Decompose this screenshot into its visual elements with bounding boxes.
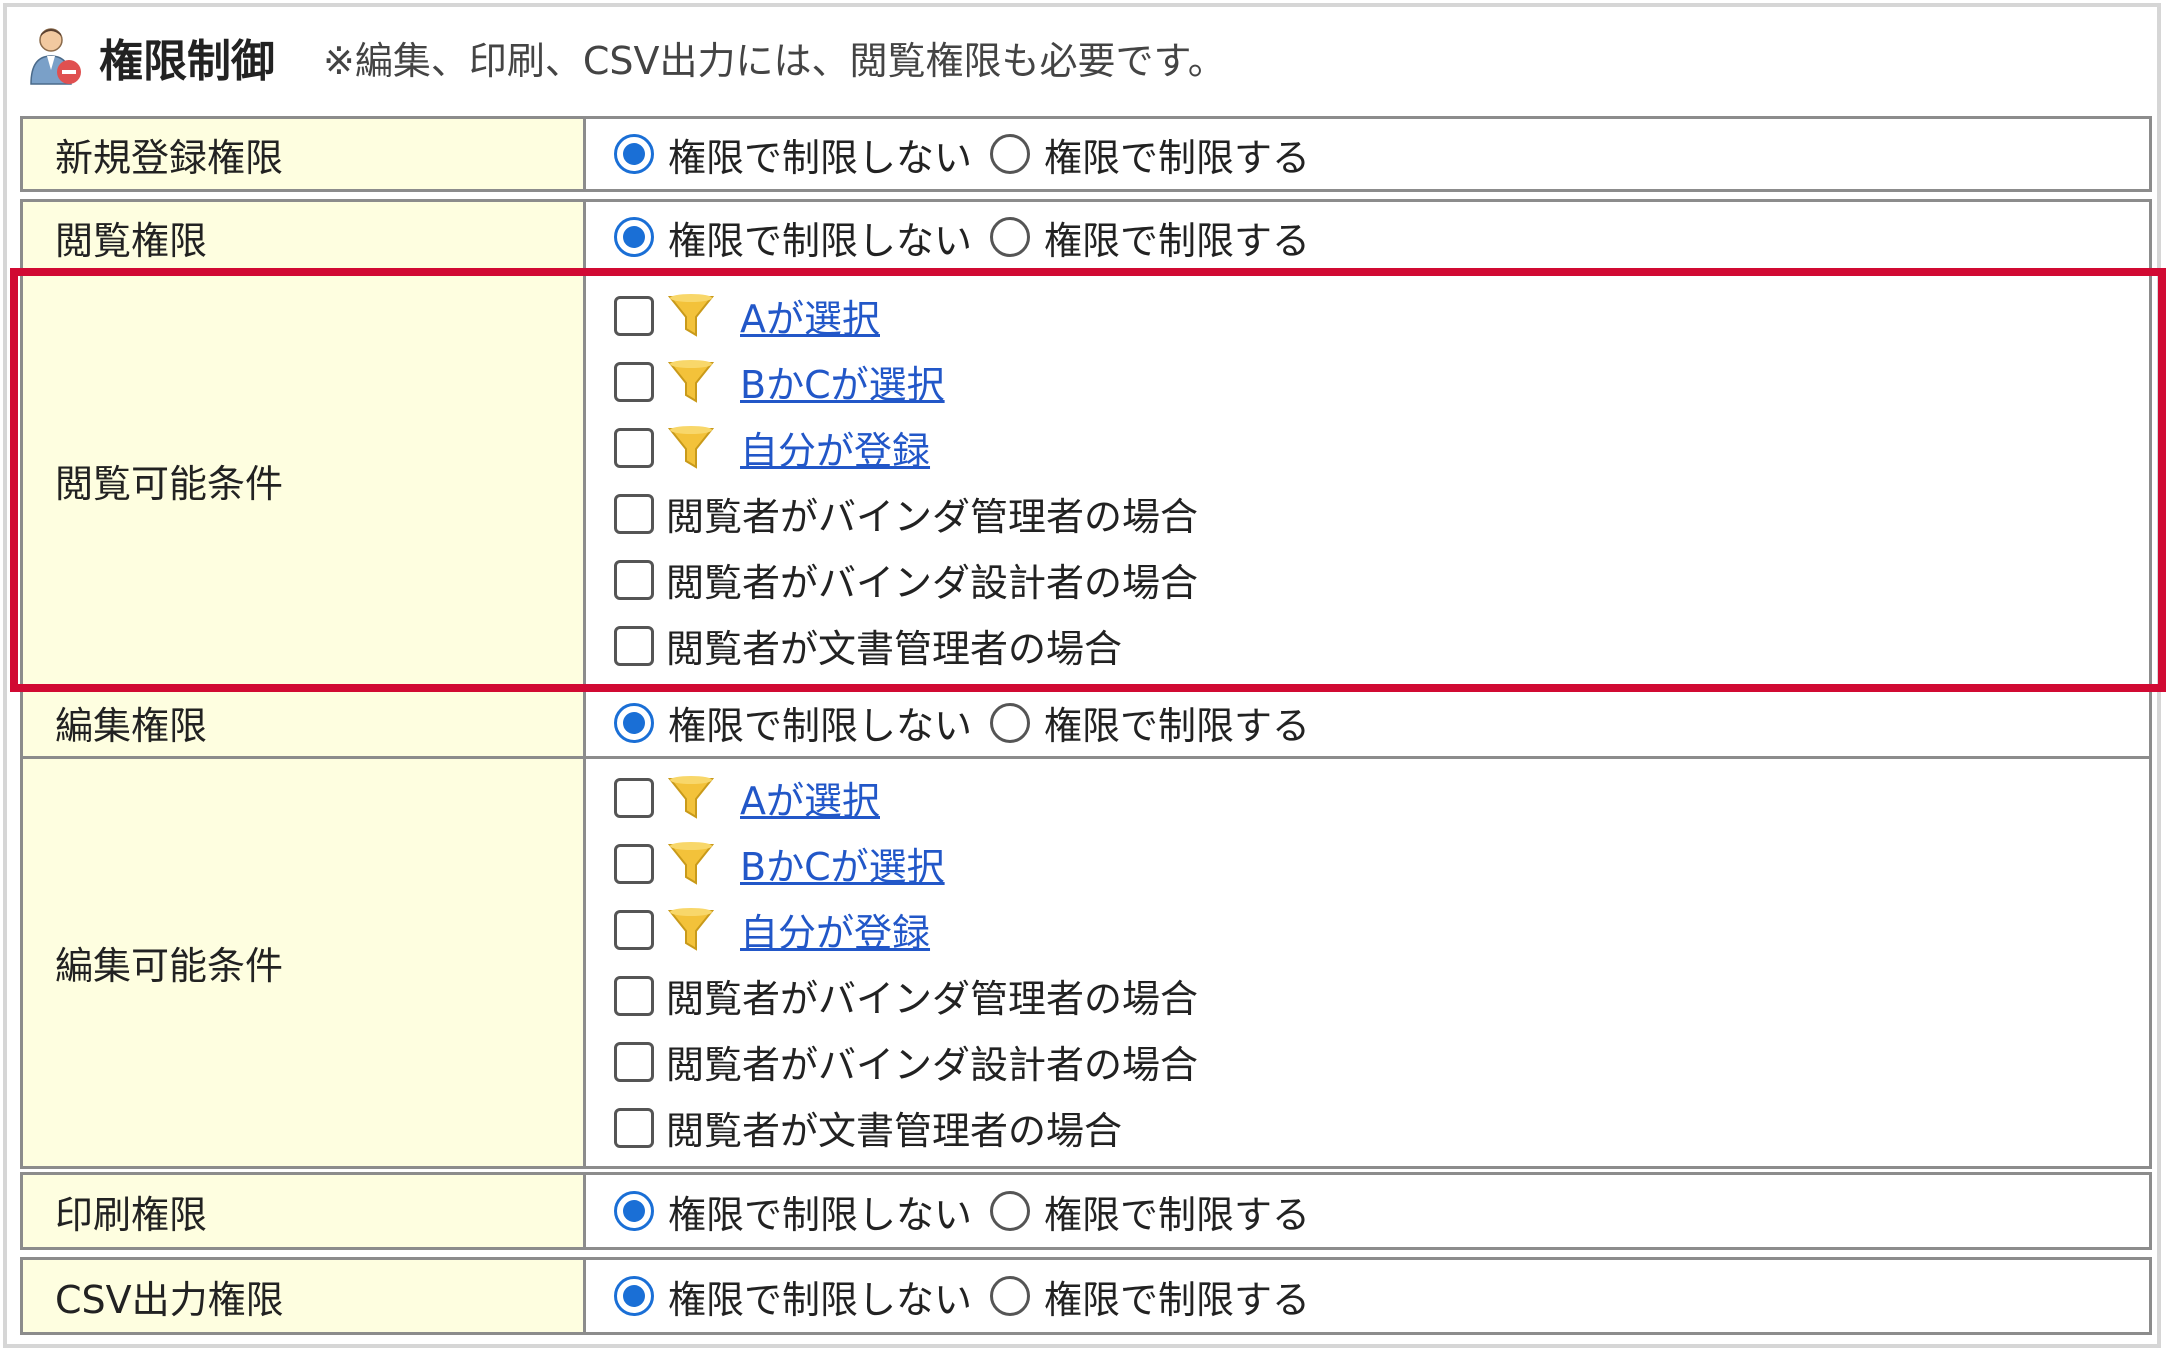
new-registration-no-restrict-radio[interactable] xyxy=(614,134,654,174)
view-conditions-value: Aが選択 BかCが選択 自分が登録 閲覧者がバインダ管理者の場合 閲覧者がバイン… xyxy=(586,275,2149,686)
edit-condition-item: BかCが選択 xyxy=(614,831,2149,897)
edit-conditions-label: 編集可能条件 xyxy=(23,759,586,1166)
view-condition-link[interactable]: BかCが選択 xyxy=(730,354,945,409)
edit-permission-value: 権限で制限しない 権限で制限する xyxy=(586,689,2149,756)
no-restrict-label[interactable]: 権限で制限しない xyxy=(668,1184,972,1239)
csv-table: CSV出力権限 権限で制限しない 権限で制限する xyxy=(20,1257,2152,1335)
view-condition-text[interactable]: 閲覧者が文書管理者の場合 xyxy=(666,618,1122,673)
restrict-label[interactable]: 権限で制限する xyxy=(1044,210,1310,265)
view-no-restrict-radio[interactable] xyxy=(614,217,654,257)
print-permission-value: 権限で制限しない 権限で制限する xyxy=(586,1175,2149,1247)
edit-condition-item: 閲覧者がバインダ設計者の場合 xyxy=(614,1029,2149,1095)
view-condition-link[interactable]: Aが選択 xyxy=(730,288,880,343)
csv-permission-label: CSV出力権限 xyxy=(23,1260,586,1332)
view-permission-label: 閲覧権限 xyxy=(23,202,586,272)
edit-condition-text[interactable]: 閲覧者が文書管理者の場合 xyxy=(666,1100,1122,1155)
view-condition-item: Aが選択 xyxy=(614,283,2149,349)
csv-no-restrict-radio[interactable] xyxy=(614,1276,654,1316)
edit-condition-item: 自分が登録 xyxy=(614,897,2149,963)
view-conditions-label: 閲覧可能条件 xyxy=(23,275,586,686)
restrict-label[interactable]: 権限で制限する xyxy=(1044,695,1310,750)
new-registration-row: 新規登録権限 権限で制限しない 権限で制限する xyxy=(23,119,2149,189)
edit-condition-link[interactable]: 自分が登録 xyxy=(730,902,930,957)
new-registration-label: 新規登録権限 xyxy=(23,119,586,189)
edit-condition-item: 閲覧者が文書管理者の場合 xyxy=(614,1095,2149,1161)
edit-no-restrict-radio[interactable] xyxy=(614,702,654,743)
user-permission-icon xyxy=(30,28,81,85)
view-condition-item: 閲覧者が文書管理者の場合 xyxy=(614,613,2149,679)
header-note: ※編集、印刷、CSV出力には、閲覧権限も必要です。 xyxy=(323,38,1226,83)
view-conditions-list: Aが選択 BかCが選択 自分が登録 閲覧者がバインダ管理者の場合 閲覧者がバイン… xyxy=(614,283,2149,679)
view-condition-link[interactable]: 自分が登録 xyxy=(730,420,930,475)
new-registration-value: 権限で制限しない 権限で制限する xyxy=(586,119,2149,189)
edit-condition-checkbox[interactable] xyxy=(614,843,654,884)
no-restrict-label[interactable]: 権限で制限しない xyxy=(668,1269,972,1324)
edit-permission-row: 編集権限 権限で制限しない 権限で制限する xyxy=(23,686,2149,756)
no-restrict-label[interactable]: 権限で制限しない xyxy=(668,127,972,182)
new-registration-table: 新規登録権限 権限で制限しない 権限で制限する xyxy=(20,116,2152,192)
view-permission-row: 閲覧権限 権限で制限しない 権限で制限する xyxy=(23,202,2149,272)
print-permission-label: 印刷権限 xyxy=(23,1175,586,1247)
print-no-restrict-radio[interactable] xyxy=(614,1191,654,1231)
edit-condition-text[interactable]: 閲覧者がバインダ設計者の場合 xyxy=(666,1034,1198,1089)
view-condition-item: 自分が登録 xyxy=(614,415,2149,481)
csv-permission-row: CSV出力権限 権限で制限しない 権限で制限する xyxy=(23,1260,2149,1332)
view-condition-checkbox[interactable] xyxy=(614,361,654,402)
filter-icon xyxy=(667,841,715,885)
view-condition-checkbox[interactable] xyxy=(614,559,654,600)
view-condition-text[interactable]: 閲覧者がバインダ管理者の場合 xyxy=(666,486,1198,541)
print-table: 印刷権限 権限で制限しない 権限で制限する xyxy=(20,1172,2152,1250)
print-permission-row: 印刷権限 権限で制限しない 権限で制限する xyxy=(23,1175,2149,1247)
filter-icon xyxy=(667,359,715,403)
filter-icon xyxy=(667,775,715,819)
view-condition-checkbox[interactable] xyxy=(614,295,654,336)
edit-condition-link[interactable]: BかCが選択 xyxy=(730,836,945,891)
view-condition-checkbox[interactable] xyxy=(614,493,654,534)
edit-radio-group: 権限で制限しない 権限で制限する xyxy=(614,695,2149,750)
view-restrict-radio[interactable] xyxy=(990,217,1031,257)
view-condition-text[interactable]: 閲覧者がバインダ設計者の場合 xyxy=(666,552,1198,607)
csv-radio-group: 権限で制限しない 権限で制限する xyxy=(614,1269,2149,1324)
view-condition-checkbox[interactable] xyxy=(614,625,654,666)
filter-icon xyxy=(667,907,715,951)
edit-permission-label: 編集権限 xyxy=(23,689,586,756)
view-condition-checkbox[interactable] xyxy=(614,427,654,468)
csv-permission-value: 権限で制限しない 権限で制限する xyxy=(586,1260,2149,1332)
permission-header: 権限制御 ※編集、印刷、CSV出力には、閲覧権限も必要です。 xyxy=(27,17,1226,97)
view-condition-item: 閲覧者がバインダ管理者の場合 xyxy=(614,481,2149,547)
edit-condition-item: Aが選択 xyxy=(614,765,2149,831)
view-edit-table: 閲覧権限 権限で制限しない 権限で制限する 閲覧可能条件 Aが選択 BかCが選択… xyxy=(20,199,2152,1169)
restrict-label[interactable]: 権限で制限する xyxy=(1044,127,1310,182)
page-title: 権限制御 xyxy=(99,36,275,87)
no-restrict-label[interactable]: 権限で制限しない xyxy=(668,210,972,265)
view-radio-group: 権限で制限しない 権限で制限する xyxy=(614,210,2149,265)
edit-condition-text[interactable]: 閲覧者がバインダ管理者の場合 xyxy=(666,968,1198,1023)
view-permission-value: 権限で制限しない 権限で制限する xyxy=(586,202,2149,272)
no-restrict-label[interactable]: 権限で制限しない xyxy=(668,695,972,750)
edit-condition-link[interactable]: Aが選択 xyxy=(730,770,880,825)
restrict-label[interactable]: 権限で制限する xyxy=(1044,1269,1310,1324)
restrict-label[interactable]: 権限で制限する xyxy=(1044,1184,1310,1239)
edit-condition-checkbox[interactable] xyxy=(614,975,654,1016)
print-restrict-radio[interactable] xyxy=(990,1191,1031,1231)
edit-condition-checkbox[interactable] xyxy=(614,909,654,950)
edit-conditions-row: 編集可能条件 Aが選択 BかCが選択 自分が登録 閲覧者がバインダ管理者の場合 … xyxy=(23,756,2149,1166)
filter-icon xyxy=(667,425,715,469)
csv-restrict-radio[interactable] xyxy=(990,1276,1031,1316)
print-radio-group: 権限で制限しない 権限で制限する xyxy=(614,1184,2149,1239)
filter-icon xyxy=(667,293,715,337)
edit-restrict-radio[interactable] xyxy=(990,702,1031,743)
view-conditions-row: 閲覧可能条件 Aが選択 BかCが選択 自分が登録 閲覧者がバインダ管理者の場合 … xyxy=(23,272,2149,686)
new-registration-radio-group: 権限で制限しない 権限で制限する xyxy=(614,127,2149,182)
view-condition-item: 閲覧者がバインダ設計者の場合 xyxy=(614,547,2149,613)
edit-conditions-value: Aが選択 BかCが選択 自分が登録 閲覧者がバインダ管理者の場合 閲覧者がバイン… xyxy=(586,759,2149,1166)
edit-conditions-list: Aが選択 BかCが選択 自分が登録 閲覧者がバインダ管理者の場合 閲覧者がバイン… xyxy=(614,765,2149,1161)
edit-condition-checkbox[interactable] xyxy=(614,1107,654,1148)
edit-condition-checkbox[interactable] xyxy=(614,777,654,818)
edit-condition-item: 閲覧者がバインダ管理者の場合 xyxy=(614,963,2149,1029)
new-registration-restrict-radio[interactable] xyxy=(990,134,1031,174)
view-condition-item: BかCが選択 xyxy=(614,349,2149,415)
edit-condition-checkbox[interactable] xyxy=(614,1041,654,1082)
